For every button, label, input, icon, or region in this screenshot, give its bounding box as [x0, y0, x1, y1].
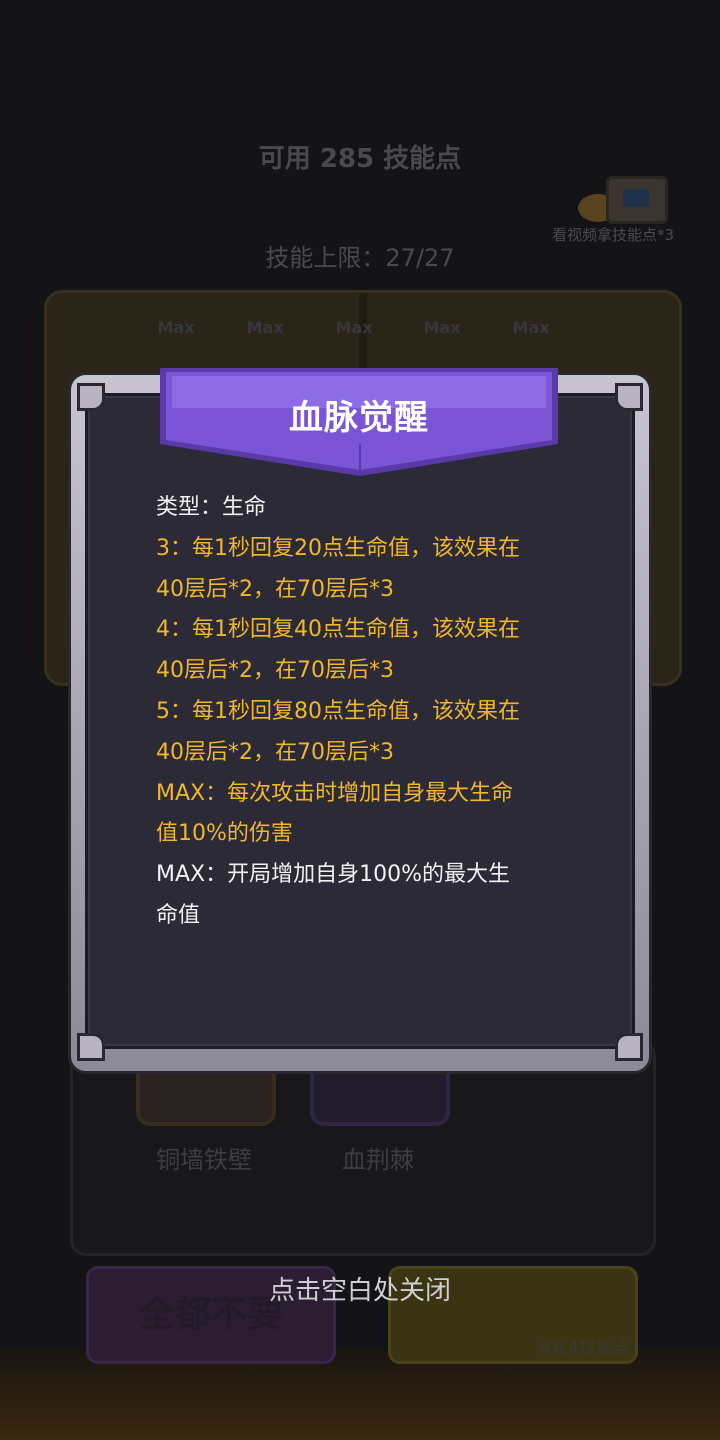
- max-tag: Max: [157, 318, 195, 337]
- max-tag: Max: [335, 318, 373, 337]
- refresh-cost-label: 消耗4技能点: [534, 1339, 630, 1359]
- frame-corner: [77, 1033, 105, 1061]
- tv-play-icon: [606, 176, 668, 224]
- skill-description: 类型：生命 3：每1秒回复20点生命值，该效果在 40层后*2，在70层后*3 …: [156, 488, 576, 937]
- frame-corner: [615, 1033, 643, 1061]
- description-line: 5：每1秒回复80点生命值，该效果在: [156, 698, 520, 724]
- popup-title: 血脉觉醒: [289, 398, 429, 438]
- frame-corner: [615, 383, 643, 411]
- description-line: MAX：每次攻击时增加自身最大生命: [156, 780, 514, 806]
- max-tag: Max: [423, 318, 461, 337]
- max-tag: Max: [246, 318, 284, 337]
- description-line: 40层后*2，在70层后*3: [156, 739, 394, 765]
- description-line: 40层后*2，在70层后*3: [156, 576, 394, 602]
- description-line: 类型：生命: [156, 495, 267, 520]
- available-skill-points: 可用 285 技能点: [258, 144, 462, 174]
- skill-card-name: 铜墙铁壁: [156, 1146, 252, 1174]
- description-line: MAX：开局增加自身100%的最大生: [156, 862, 510, 888]
- skill-card-name: 血荆棘: [342, 1146, 414, 1174]
- description-line: 40层后*2，在70层后*3: [156, 658, 394, 684]
- watch-video-button[interactable]: 看视频拿技能点*3: [552, 176, 716, 246]
- description-line: 命值: [156, 902, 201, 928]
- description-line: 3：每1秒回复20点生命值，该效果在: [156, 535, 520, 561]
- max-tag: Max: [512, 318, 550, 337]
- description-line: 4：每1秒回复40点生命值，该效果在: [156, 617, 520, 643]
- title-ribbon: 血脉觉醒: [160, 368, 558, 480]
- tap-to-close-hint[interactable]: 点击空白处关闭: [0, 1270, 720, 1307]
- frame-corner: [77, 383, 105, 411]
- skill-limit: 技能上限：27/27: [265, 244, 455, 272]
- description-line: 值10%的伤害: [156, 821, 293, 847]
